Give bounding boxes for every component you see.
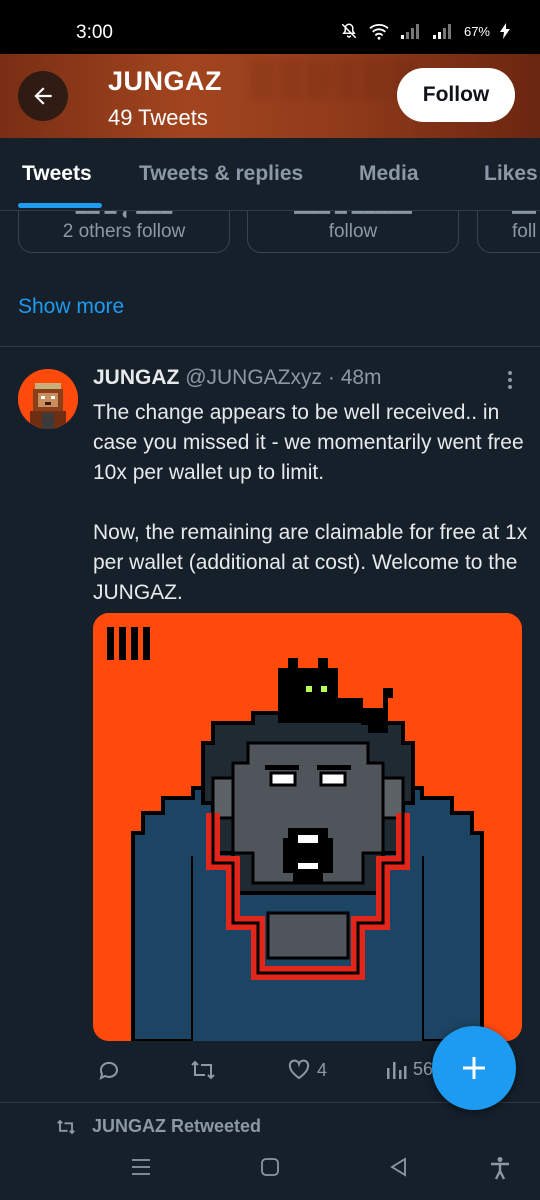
views-icon <box>387 1062 407 1079</box>
tweet-author-name[interactable]: JUNGAZ <box>93 366 179 389</box>
status-bar: 3:00 67% <box>0 0 540 54</box>
like-button[interactable]: 4 <box>287 1058 327 1082</box>
retweet-button[interactable] <box>190 1058 216 1082</box>
tweet-paragraph: The change appears to be well received..… <box>93 401 524 484</box>
active-tab-indicator <box>18 203 102 208</box>
more-options-icon[interactable] <box>498 368 522 392</box>
profile-name: JUNGAZ <box>108 66 223 96</box>
tab-tweets-replies[interactable]: Tweets & replies <box>139 162 303 186</box>
card-followed-by: follow <box>328 221 378 242</box>
profile-header: ▒▒▒▒▒▒ JUNGAZ 49 Tweets Follow <box>0 54 540 138</box>
back-arrow-icon <box>34 87 52 105</box>
charging-icon <box>500 23 510 39</box>
accessibility-icon[interactable] <box>488 1156 512 1185</box>
tweet-header: JUNGAZ @JUNGAZxyz · 48m <box>93 366 382 390</box>
tab-likes[interactable]: Likes <box>484 162 538 186</box>
card-followed-by: 2 others follow <box>62 221 186 242</box>
tweet-timestamp[interactable]: 48m <box>341 366 382 389</box>
section-divider <box>0 346 540 347</box>
views-button[interactable]: 56 <box>385 1058 433 1080</box>
back-nav-icon[interactable] <box>388 1156 410 1183</box>
like-count: 4 <box>317 1059 328 1080</box>
retweet-notice: JUNGAZ Retweeted <box>54 1116 261 1137</box>
follow-button[interactable]: Follow <box>397 68 515 122</box>
compose-tweet-button[interactable] <box>432 1026 516 1110</box>
avatar[interactable] <box>18 369 78 429</box>
reply-button[interactable] <box>97 1058 121 1082</box>
tweet-text: The change appears to be well received..… <box>93 398 533 608</box>
reply-icon <box>99 1061 118 1080</box>
suggestion-card[interactable]: ▀▀ foll <box>477 211 540 253</box>
heart-icon <box>288 1059 310 1080</box>
plus-icon <box>463 1057 485 1079</box>
retweet-icon <box>191 1060 215 1080</box>
tab-media[interactable]: Media <box>359 162 419 186</box>
card-followed-by: foll <box>512 221 537 242</box>
banner-image: ▒▒▒▒▒▒ <box>250 60 419 98</box>
status-icons: 67% <box>340 22 510 40</box>
suggestion-card[interactable]: ▀▀ ▀ ◐ ▀▀▀ 2 others follow <box>18 211 230 253</box>
tab-tweets[interactable]: Tweets <box>22 162 92 186</box>
retweet-small-icon <box>57 1119 75 1134</box>
signal-icon-2 <box>432 23 454 39</box>
show-more-link[interactable]: Show more <box>18 295 124 319</box>
tweet-media-image[interactable] <box>93 613 522 1041</box>
tweet-paragraph: Now, the remaining are claimable for fre… <box>93 521 528 604</box>
suggestion-card[interactable]: ▀▀▀ ▀ ▀▀▀▀▀ follow <box>247 211 459 253</box>
profile-tabs: Tweets Tweets & replies Media Likes <box>0 138 540 211</box>
view-count: 56 <box>413 1058 434 1079</box>
system-navigation-bar <box>0 1138 540 1200</box>
recent-apps-icon[interactable] <box>130 1156 152 1183</box>
separator-dot: · <box>327 366 335 389</box>
follow-suggestions-row: ▀▀ ▀ ◐ ▀▀▀ 2 others follow ▀▀▀ ▀ ▀▀▀▀▀ f… <box>0 211 540 271</box>
retweet-notice-text: JUNGAZ Retweeted <box>92 1116 262 1136</box>
tweet-author-handle[interactable]: @JUNGAZxyz <box>185 366 322 389</box>
back-button[interactable] <box>18 71 68 121</box>
tweet-count: 49 Tweets <box>108 105 208 130</box>
wifi-icon <box>368 22 390 40</box>
home-icon[interactable] <box>259 1156 281 1183</box>
status-time: 3:00 <box>76 22 113 43</box>
signal-icon <box>400 23 422 39</box>
mute-icon <box>340 22 358 40</box>
battery-label: 67% <box>463 23 490 39</box>
